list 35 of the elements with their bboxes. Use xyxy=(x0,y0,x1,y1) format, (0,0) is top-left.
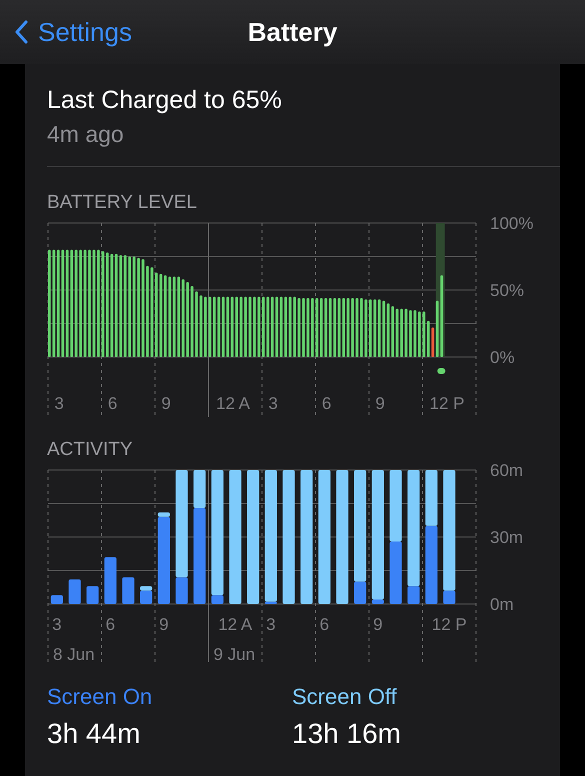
x-axis-label: 12 P xyxy=(430,394,465,413)
x-axis-label: 9 xyxy=(161,394,171,413)
y-axis-label: 0m xyxy=(490,595,514,614)
total-label: Screen Off xyxy=(292,684,397,710)
section-heading: ACTIVITY xyxy=(47,439,133,461)
x-axis-label: 9 xyxy=(373,615,383,634)
x-axis-label: 6 xyxy=(108,394,118,413)
date-label: 9 Jun xyxy=(214,645,256,664)
x-axis-label: 3 xyxy=(52,615,62,634)
x-axis-label: 3 xyxy=(54,394,64,413)
total-label: Screen On xyxy=(47,684,152,710)
x-axis-label: 6 xyxy=(320,615,330,634)
x-axis-label: 6 xyxy=(106,615,116,634)
x-axis-label: 12 A xyxy=(218,615,252,634)
y-axis-label: 60m xyxy=(490,461,524,480)
x-axis-label: 12 A xyxy=(216,394,250,413)
last-charged-time: 4m ago xyxy=(47,121,124,148)
section-heading: BATTERY LEVEL xyxy=(47,192,197,214)
x-axis-label: 6 xyxy=(322,394,332,413)
y-axis-label: 50% xyxy=(490,281,524,300)
date-label: 8 Jun xyxy=(53,645,95,664)
y-axis-label: 30m xyxy=(490,528,524,547)
back-button[interactable]: Settings xyxy=(0,16,132,48)
chevron-left-icon xyxy=(14,20,28,44)
nav-title: Battery xyxy=(246,16,338,48)
y-axis-label: 100% xyxy=(490,214,534,233)
x-axis-label: 9 xyxy=(375,394,385,413)
x-axis-label: 9 xyxy=(159,615,169,634)
total-value: 13h 16m xyxy=(292,718,401,750)
x-axis-label: 3 xyxy=(266,615,276,634)
x-axis-label: 3 xyxy=(268,394,278,413)
y-axis-label: 0% xyxy=(490,348,515,367)
total-value: 3h 44m xyxy=(47,718,140,750)
x-axis-label: 12 P xyxy=(432,615,467,634)
last-charged-title: Last Charged to 65% xyxy=(47,86,282,115)
